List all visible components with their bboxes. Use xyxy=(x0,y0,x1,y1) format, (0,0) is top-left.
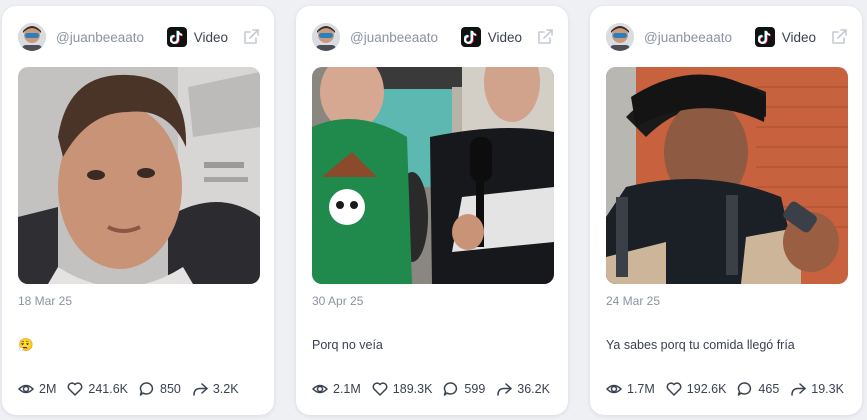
shares-count: 36.2K xyxy=(517,382,550,396)
post-card[interactable]: @juanbeeaato Video xyxy=(296,6,568,415)
views-count: 1.7M xyxy=(627,382,655,396)
likes-stat: 241.6K xyxy=(67,381,128,397)
heart-icon xyxy=(666,382,682,396)
likes-count: 192.6K xyxy=(686,382,727,396)
comments-stat: 599 xyxy=(443,381,485,397)
external-link-icon[interactable] xyxy=(536,28,554,46)
views-stat: 1.7M xyxy=(606,381,655,397)
external-link-icon[interactable] xyxy=(242,28,260,46)
post-type-label: Video xyxy=(487,29,522,45)
eye-icon xyxy=(18,384,34,394)
views-stat: 2.1M xyxy=(312,381,361,397)
external-link-icon[interactable] xyxy=(830,28,848,46)
post-date: 24 Mar 25 xyxy=(606,294,661,308)
eye-icon xyxy=(312,384,328,394)
eye-icon xyxy=(606,384,622,394)
username[interactable]: @juanbeeaato xyxy=(350,30,461,45)
likes-count: 241.6K xyxy=(88,382,128,396)
comments-count: 465 xyxy=(758,382,780,396)
post-card[interactable]: @juanbeeaato Video xyxy=(590,6,862,415)
likes-stat: 192.6K xyxy=(666,381,727,397)
comment-icon xyxy=(139,382,154,396)
tiktok-icon xyxy=(166,27,187,47)
post-stats: 2.1M 189.3K 599 36.2K xyxy=(312,381,561,397)
username[interactable]: @juanbeeaato xyxy=(644,30,755,45)
post-card[interactable]: @juanbeeaato Video xyxy=(2,6,274,415)
comment-icon xyxy=(738,382,752,396)
comments-count: 599 xyxy=(464,382,486,396)
post-date: 18 Mar 25 xyxy=(18,294,73,308)
shares-stat: 3.2K xyxy=(192,381,239,397)
post-stats: 2M 241.6K 850 3.2K xyxy=(18,381,250,397)
views-count: 2M xyxy=(39,382,57,396)
avatar[interactable] xyxy=(606,23,634,51)
username[interactable]: @juanbeeaato xyxy=(56,30,167,45)
likes-stat: 189.3K xyxy=(372,381,433,397)
views-count: 2.1M xyxy=(333,382,361,396)
views-stat: 2M xyxy=(18,381,56,397)
video-thumbnail[interactable] xyxy=(312,67,554,284)
share-icon xyxy=(193,383,208,396)
likes-count: 189.3K xyxy=(392,382,433,396)
card-header: @juanbeeaato Video xyxy=(312,22,554,52)
share-icon xyxy=(497,383,513,396)
post-type-label: Video xyxy=(781,29,816,45)
share-icon xyxy=(791,383,807,396)
shares-stat: 36.2K xyxy=(496,381,550,397)
post-caption: Porq no veía xyxy=(312,338,383,352)
post-caption: Ya sabes porq tu comida llegó fría xyxy=(606,338,795,352)
shares-stat: 19.3K xyxy=(790,381,844,397)
avatar[interactable] xyxy=(312,23,340,51)
comments-stat: 850 xyxy=(139,381,181,397)
heart-icon xyxy=(372,382,388,396)
video-thumbnail[interactable] xyxy=(18,67,260,284)
comments-count: 850 xyxy=(160,382,181,396)
post-caption: 😮‍💨 xyxy=(18,338,34,352)
tiktok-icon xyxy=(460,27,481,47)
shares-count: 3.2K xyxy=(212,382,239,396)
avatar[interactable] xyxy=(18,23,46,51)
comments-stat: 465 xyxy=(737,381,779,397)
heart-icon xyxy=(67,382,83,396)
card-header: @juanbeeaato Video xyxy=(606,22,848,52)
video-thumbnail[interactable] xyxy=(606,67,848,284)
post-type-label: Video xyxy=(193,29,228,45)
tiktok-icon xyxy=(754,27,775,47)
card-header: @juanbeeaato Video xyxy=(18,22,260,52)
shares-count: 19.3K xyxy=(811,382,844,396)
post-date: 30 Apr 25 xyxy=(312,294,364,308)
comment-icon xyxy=(444,382,458,396)
post-stats: 1.7M 192.6K 465 19.3K xyxy=(606,381,855,397)
